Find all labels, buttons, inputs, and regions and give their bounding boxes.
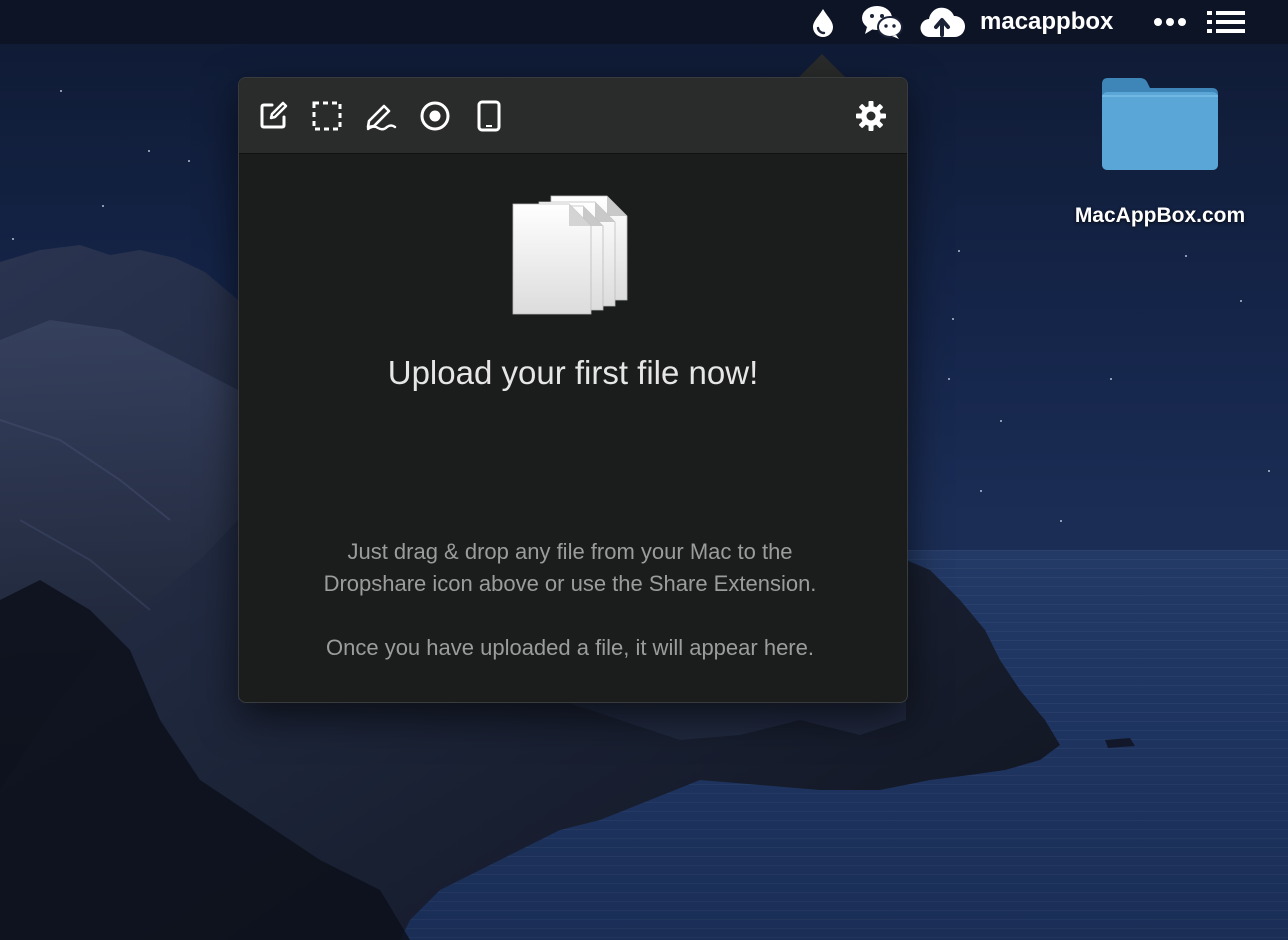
empty-state-hint: Once you have uploaded a file, it will a… bbox=[326, 635, 814, 660]
screen-record-icon[interactable] bbox=[417, 98, 453, 134]
menu-username[interactable]: macappbox bbox=[980, 6, 1113, 38]
list-icon[interactable] bbox=[1206, 4, 1246, 40]
empty-state-headline: Upload your first file now! bbox=[387, 354, 759, 391]
folder-label[interactable]: MacAppBox.com bbox=[1040, 204, 1280, 228]
device-icon[interactable] bbox=[471, 98, 507, 134]
menu-bar: macappbox bbox=[0, 0, 1288, 44]
sketch-icon[interactable] bbox=[363, 98, 399, 134]
folder-icon[interactable] bbox=[1100, 76, 1220, 172]
ellipsis-icon[interactable] bbox=[1152, 4, 1188, 40]
popover-arrow bbox=[798, 54, 846, 78]
popover-content: Upload your first file now! Just drag & … bbox=[239, 154, 907, 702]
wechat-icon[interactable] bbox=[860, 4, 904, 40]
compose-icon[interactable] bbox=[255, 98, 291, 134]
empty-state-description-line-2: Dropshare icon above or use the Share Ex… bbox=[323, 571, 817, 596]
screen-capture-icon[interactable] bbox=[309, 98, 345, 134]
desktop: macappbox MacAppBox.com Upload your firs… bbox=[0, 0, 1288, 940]
documents-icon bbox=[512, 195, 628, 315]
gear-icon[interactable] bbox=[853, 98, 889, 134]
empty-state-description-line-1: Just drag & drop any file from your Mac … bbox=[347, 539, 793, 564]
dropshare-popover: Upload your first file now! Just drag & … bbox=[238, 77, 908, 703]
popover-toolbar bbox=[239, 78, 907, 154]
dropshare-droplet-icon[interactable] bbox=[806, 4, 840, 40]
cloud-upload-icon[interactable] bbox=[918, 4, 966, 40]
